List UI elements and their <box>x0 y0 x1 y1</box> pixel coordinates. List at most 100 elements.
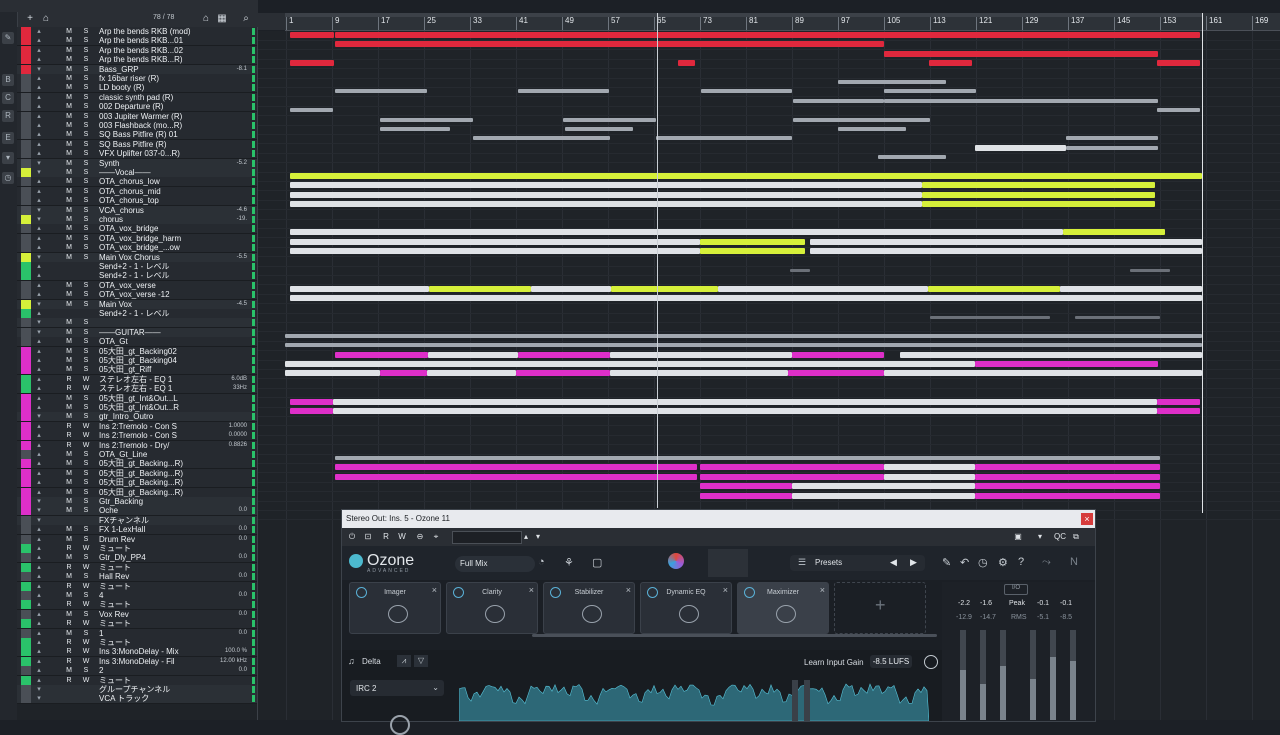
audio-event[interactable] <box>884 89 976 94</box>
mute-button[interactable]: R <box>64 423 74 430</box>
mute-button[interactable]: M <box>64 366 74 373</box>
track-value[interactable]: 0.0 <box>217 553 247 562</box>
mute-button[interactable]: M <box>64 338 74 345</box>
solo-button[interactable]: S <box>81 592 91 599</box>
track-name[interactable]: 1 <box>99 629 209 638</box>
solo-button[interactable]: S <box>81 113 91 120</box>
mute-button[interactable]: R <box>64 583 74 590</box>
mute-button[interactable]: M <box>64 395 74 402</box>
mute-button[interactable]: M <box>64 592 74 599</box>
audio-event[interactable] <box>793 117 930 122</box>
solo-button[interactable]: S <box>81 470 91 477</box>
audio-event[interactable] <box>335 89 427 94</box>
audio-event[interactable] <box>900 351 1202 358</box>
solo-button[interactable]: S <box>81 507 91 514</box>
track-name[interactable]: VCA_chorus <box>99 206 209 215</box>
audio-event[interactable] <box>333 408 1157 414</box>
track-name[interactable]: Main Vox Chorus <box>99 253 209 262</box>
mute-button[interactable]: M <box>64 507 74 514</box>
track-name[interactable]: Ins 3:MonoDelay - Fil <box>99 657 209 666</box>
track-name[interactable]: Drum Rev <box>99 535 209 544</box>
solo-button[interactable]: S <box>81 197 91 204</box>
track-value[interactable]: 33Hz <box>217 384 247 393</box>
history-icon[interactable]: ◷ <box>978 556 988 569</box>
mute-button[interactable]: M <box>64 489 74 496</box>
preset-up-icon[interactable]: ▴ <box>520 531 532 543</box>
audio-event[interactable] <box>884 370 1202 377</box>
solo-button[interactable]: W <box>81 648 91 655</box>
audio-event[interactable] <box>285 333 1202 338</box>
mute-button[interactable]: M <box>64 319 74 326</box>
solo-button[interactable]: W <box>81 639 91 646</box>
inspector-b-icon[interactable]: B <box>2 74 14 86</box>
mute-button[interactable]: M <box>64 348 74 355</box>
solo-button[interactable]: W <box>81 677 91 684</box>
mute-button[interactable]: M <box>64 103 74 110</box>
audio-event[interactable] <box>793 98 884 103</box>
module-imager[interactable]: Imager × <box>349 582 441 634</box>
audio-event[interactable] <box>790 269 810 272</box>
solo-button[interactable]: S <box>81 498 91 505</box>
presets-selector[interactable]: ☰ Presets ◀ ▶ <box>790 555 925 571</box>
mute-button[interactable]: M <box>64 413 74 420</box>
mute-button[interactable]: R <box>64 376 74 383</box>
track-name[interactable]: 05大田_gt_Backing02 <box>99 347 209 356</box>
track-name[interactable] <box>99 318 209 327</box>
inspector-arrow-icon[interactable]: ▾ <box>2 152 14 164</box>
solo-button[interactable]: S <box>81 554 91 561</box>
solo-button[interactable]: S <box>81 56 91 63</box>
audio-event[interactable] <box>380 127 450 131</box>
mute-button[interactable]: M <box>64 169 74 176</box>
audio-event[interactable] <box>290 295 1202 302</box>
mute-button[interactable]: M <box>64 28 74 35</box>
track-name[interactable]: FXチャンネル <box>99 516 209 525</box>
mute-button[interactable]: M <box>64 244 74 251</box>
track-name[interactable]: 05大田_gt_Backing...R) <box>99 459 209 468</box>
track-name[interactable]: 003 Jupiter Warmer (R) <box>99 112 209 121</box>
audio-event[interactable] <box>884 473 975 480</box>
audio-event[interactable] <box>335 456 1160 460</box>
track-name[interactable]: ミュート <box>99 563 209 572</box>
close-icon[interactable]: × <box>1081 513 1093 525</box>
audio-event[interactable] <box>884 50 1158 57</box>
solo-button[interactable]: W <box>81 376 91 383</box>
track-name[interactable]: SQ Bass Pitfire (R) 01 <box>99 130 209 139</box>
solo-button[interactable]: S <box>81 254 91 261</box>
audio-event[interactable] <box>531 285 611 292</box>
audio-event[interactable] <box>290 229 1063 236</box>
solo-button[interactable]: S <box>81 141 91 148</box>
module-remove-icon[interactable]: × <box>432 585 437 595</box>
track-value[interactable]: 0.0000 <box>217 431 247 440</box>
track-name[interactable]: OTA_chorus_top <box>99 196 209 205</box>
audio-event[interactable] <box>975 361 1158 367</box>
host-menu-icon[interactable]: ▾ <box>1034 531 1046 543</box>
pencil-icon[interactable]: ✎ <box>942 556 951 569</box>
preset-down-icon[interactable]: ▾ <box>532 531 544 543</box>
solo-button[interactable]: S <box>81 366 91 373</box>
track-value[interactable]: 1.0000 <box>217 422 247 431</box>
track-value[interactable]: 0.0 <box>217 610 247 619</box>
track-name[interactable]: LD booty (R) <box>99 83 209 92</box>
track-value[interactable]: 0.8826 <box>217 441 247 450</box>
edit-icon[interactable]: ✎ <box>2 32 14 44</box>
track-name[interactable]: Arp the bends RKB (mod) <box>99 27 209 36</box>
track-name[interactable]: OTA_Gt_Line <box>99 450 209 459</box>
solo-button[interactable]: S <box>81 526 91 533</box>
module-remove-icon[interactable]: × <box>723 585 728 595</box>
solo-button[interactable]: S <box>81 84 91 91</box>
track-name[interactable]: OTA_vox_bridge_...ow <box>99 243 209 252</box>
mute-button[interactable]: R <box>64 639 74 646</box>
solo-button[interactable]: S <box>81 291 91 298</box>
solo-button[interactable]: S <box>81 282 91 289</box>
mute-button[interactable]: M <box>64 301 74 308</box>
audio-event[interactable] <box>922 191 1155 198</box>
track-name[interactable]: 05大田_gt_Riff <box>99 365 209 374</box>
solo-button[interactable]: S <box>81 244 91 251</box>
solo-button[interactable]: W <box>81 620 91 627</box>
audio-event[interactable] <box>290 32 334 38</box>
solo-button[interactable]: S <box>81 169 91 176</box>
module-remove-icon[interactable]: × <box>820 585 825 595</box>
audio-event[interactable] <box>975 483 1160 490</box>
mute-button[interactable]: M <box>64 498 74 505</box>
audio-event[interactable] <box>285 370 380 377</box>
